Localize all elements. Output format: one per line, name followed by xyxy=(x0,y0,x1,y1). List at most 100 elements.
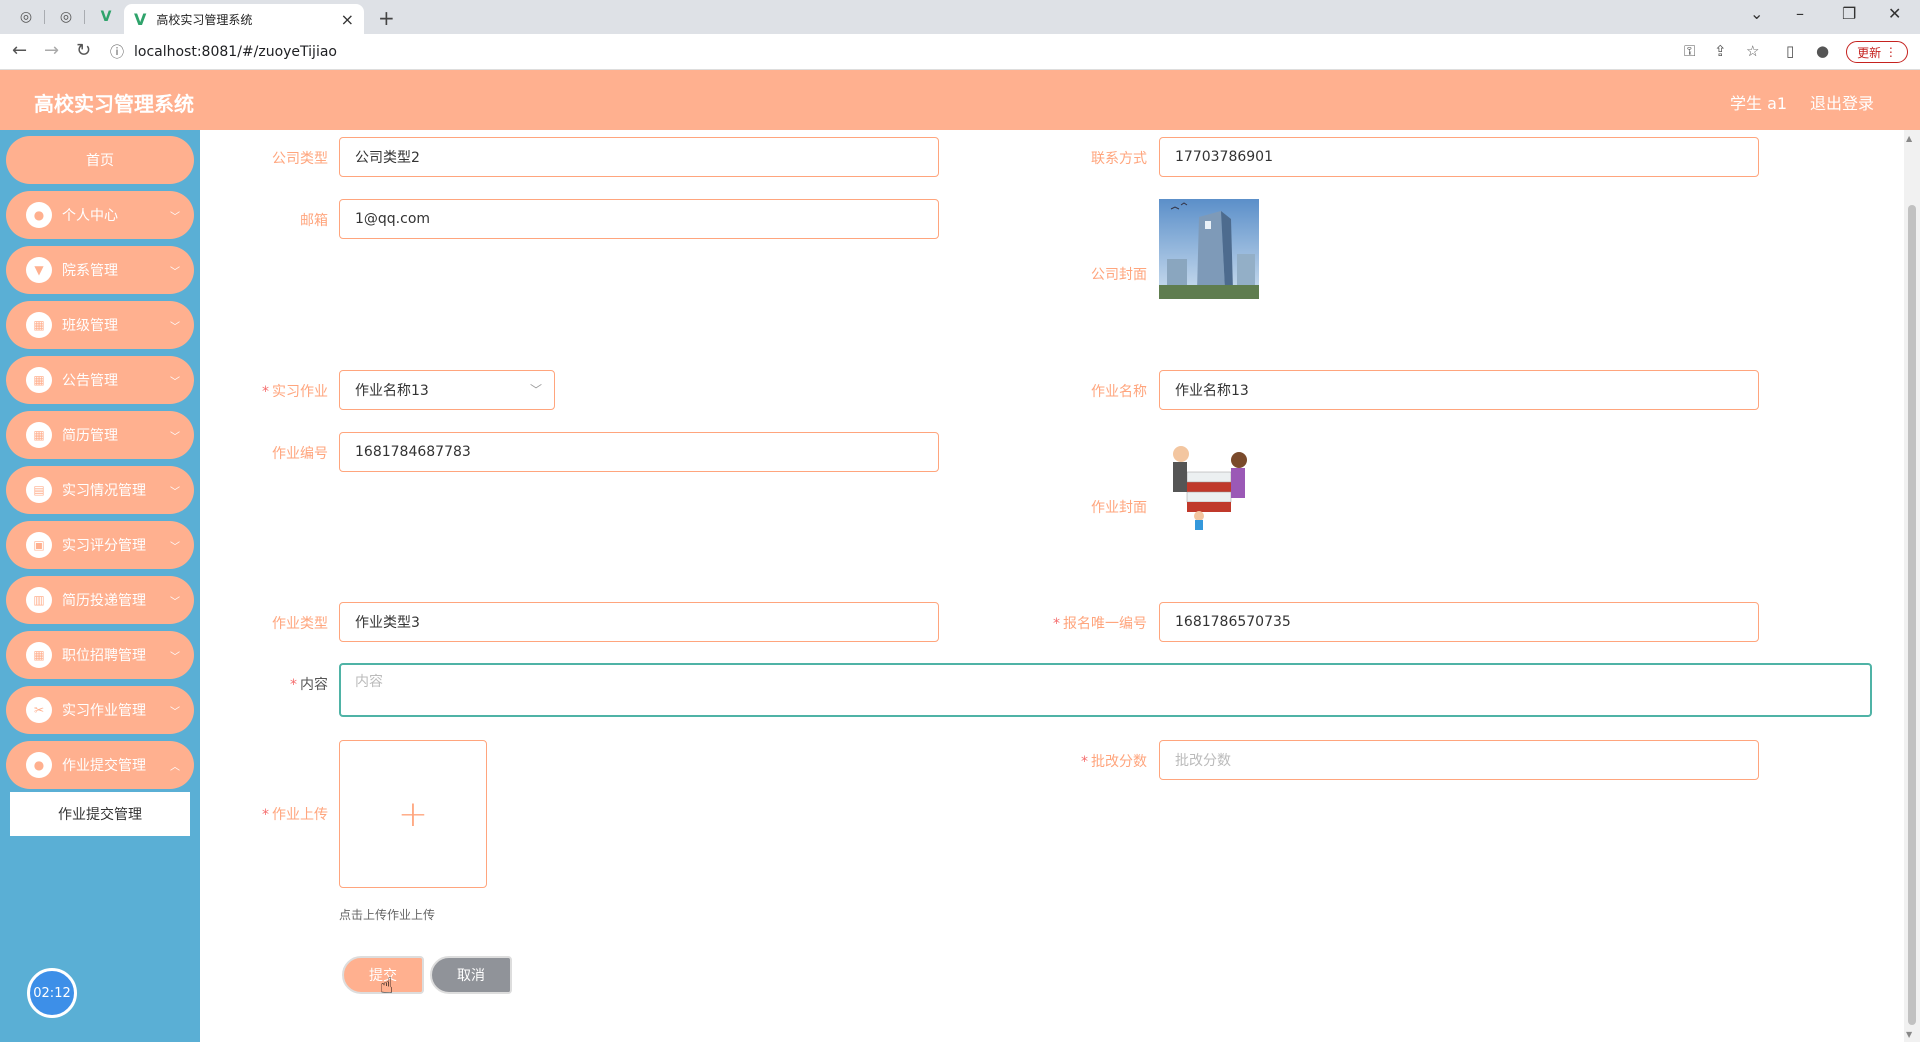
cancel-button[interactable]: 取消 xyxy=(430,956,512,994)
close-tab-icon[interactable]: × xyxy=(341,10,354,29)
homework-cartoon-illustration xyxy=(1159,432,1259,532)
sidebar-item-internship-homework[interactable]: ✂ 实习作业管理 ﹀ xyxy=(6,686,194,734)
sidebar-item-label: 实习情况管理 xyxy=(62,483,146,499)
chevron-up-icon: ︿ xyxy=(170,761,180,773)
sidebar-item-home[interactable]: 首页 xyxy=(6,136,194,184)
chevron-down-icon: ﹀ xyxy=(529,383,542,397)
sidebar-item-label: 实习作业管理 xyxy=(62,703,146,719)
company-building-illustration xyxy=(1159,199,1259,299)
address-bar-row: ← → ↻ ⓘ localhost:8081/#/zuoyeTijiao ⚿ ⇪… xyxy=(0,34,1920,70)
sidebar: 首页 ● 个人中心 ﹀ ▼ 院系管理 ﹀ ▦ 班级管理 ﹀ ▦ 公告管理 ﹀ ▦… xyxy=(0,130,200,1042)
sidebar-item-label: 作业提交管理 xyxy=(62,758,146,774)
vue-tab-icon[interactable]: V xyxy=(96,7,116,27)
sidebar-item-label: 公告管理 xyxy=(62,373,118,389)
sidebar-item-personal-center[interactable]: ● 个人中心 ﹀ xyxy=(6,191,194,239)
reload-icon[interactable]: ↻ xyxy=(76,40,91,61)
homework-select-label-text: 实习作业 xyxy=(272,384,328,400)
grid-icon: ▦ xyxy=(26,422,52,448)
sidebar-item-departments[interactable]: ▼ 院系管理 ﹀ xyxy=(6,246,194,294)
sidebar-item-label: 首页 xyxy=(86,153,114,169)
chevron-down-icon: ﹀ xyxy=(170,541,180,553)
tab-separator xyxy=(44,10,45,24)
close-window-icon[interactable]: ✕ xyxy=(1888,4,1901,23)
active-tab[interactable]: V 高校实习管理系统 × xyxy=(124,4,364,34)
hand-cursor-icon: ☝ xyxy=(380,974,394,999)
required-marker: * xyxy=(290,677,297,693)
minimize-icon[interactable]: – xyxy=(1796,4,1804,23)
submenu-item-homework-submission[interactable]: 作业提交管理 xyxy=(10,792,190,836)
score-field[interactable]: 批改分数 xyxy=(1159,740,1759,780)
sidebar-item-resume-delivery[interactable]: ▥ 简历投递管理 ﹀ xyxy=(6,576,194,624)
new-tab-icon[interactable]: + xyxy=(378,6,395,30)
app-header: 高校实习管理系统 学生 a1 退出登录 xyxy=(0,70,1920,130)
user-icon: ● xyxy=(26,752,52,778)
pinned-tab-icon[interactable]: ◎ xyxy=(16,7,36,27)
upload-label: * 作业上传 xyxy=(178,804,328,824)
content-label: * 内容 xyxy=(178,674,328,694)
sidebar-item-label: 简历管理 xyxy=(62,428,118,444)
sidebar-item-classes[interactable]: ▦ 班级管理 ﹀ xyxy=(6,301,194,349)
browser-tab-bar: ◎ ◎ V V 高校实习管理系统 × + ⌄ – ❐ ✕ xyxy=(0,0,1920,34)
scroll-down-icon[interactable]: ▼ xyxy=(1906,1030,1912,1039)
scroll-up-icon[interactable]: ▲ xyxy=(1906,134,1912,143)
homework-cover-image[interactable] xyxy=(1159,432,1259,532)
sidebar-item-internship-scores[interactable]: ▣ 实习评分管理 ﹀ xyxy=(6,521,194,569)
sidebar-item-homework-submission[interactable]: ● 作业提交管理 ︿ xyxy=(6,741,194,789)
contact-label: 联系方式 xyxy=(1091,151,1147,167)
url-text: localhost:8081/#/zuoyeTijiao xyxy=(134,44,337,60)
homework-select-value: 作业名称13 xyxy=(355,383,429,399)
upload-dropzone[interactable]: + xyxy=(339,740,487,888)
clock-widget: 02:12 xyxy=(27,968,77,1018)
content-textarea[interactable]: 内容 xyxy=(339,663,1872,717)
sidebar-item-label: 班级管理 xyxy=(62,318,118,334)
flag-icon: ▼ xyxy=(26,257,52,283)
scrollbar-thumb[interactable] xyxy=(1908,205,1916,1025)
chevron-down-icon: ﹀ xyxy=(170,321,180,333)
grid-icon: ▦ xyxy=(26,367,52,393)
bookmark-star-icon[interactable]: ☆ xyxy=(1746,42,1759,60)
sidebar-item-label: 职位招聘管理 xyxy=(62,648,146,664)
homework-select[interactable]: 作业名称13 ﹀ xyxy=(339,370,555,410)
company-type-field[interactable]: 公司类型2 xyxy=(339,137,939,177)
side-panel-icon[interactable]: ▯ xyxy=(1786,42,1794,60)
homework-cover-label: 作业封面 xyxy=(1091,500,1147,516)
homework-no-label: 作业编号 xyxy=(272,446,328,462)
signup-id-label: * 报名唯一编号 xyxy=(997,613,1147,633)
homework-no-field[interactable]: 1681784687783 xyxy=(339,432,939,472)
signup-id-field[interactable]: 1681786570735 xyxy=(1159,602,1759,642)
user-icon: ● xyxy=(26,202,52,228)
browser-update-button[interactable]: 更新 ⋮ xyxy=(1846,41,1908,63)
contact-field[interactable]: 17703786901 xyxy=(1159,137,1759,177)
sidebar-item-label: 院系管理 xyxy=(62,263,118,279)
homework-name-field[interactable]: 作业名称13 xyxy=(1159,370,1759,410)
sidebar-item-notices[interactable]: ▦ 公告管理 ﹀ xyxy=(6,356,194,404)
sidebar-item-internship-status[interactable]: ▤ 实习情况管理 ﹀ xyxy=(6,466,194,514)
site-info-icon[interactable]: ⓘ xyxy=(110,42,124,62)
chevron-down-icon: ﹀ xyxy=(170,266,180,278)
required-marker: * xyxy=(1053,616,1060,632)
company-cover-image[interactable] xyxy=(1159,199,1259,299)
current-user: 学生 a1 xyxy=(1730,94,1788,113)
url-field[interactable]: ⓘ localhost:8081/#/zuoyeTijiao xyxy=(110,38,1690,66)
share-icon[interactable]: ⇪ xyxy=(1714,42,1727,60)
email-field[interactable]: 1@qq.com xyxy=(339,199,939,239)
forward-icon[interactable]: → xyxy=(44,40,59,61)
logout-link[interactable]: 退出登录 xyxy=(1810,90,1874,114)
chevron-down-icon: ﹀ xyxy=(170,706,180,718)
profile-icon[interactable]: ● xyxy=(1816,42,1829,60)
tab-search-icon[interactable]: ⌄ xyxy=(1750,4,1763,23)
company-cover-label: 公司封面 xyxy=(1091,267,1147,283)
required-marker: * xyxy=(262,384,269,400)
sidebar-item-resumes[interactable]: ▦ 简历管理 ﹀ xyxy=(6,411,194,459)
pinned-tab-icon[interactable]: ◎ xyxy=(56,7,76,27)
bar-chart-icon: ▥ xyxy=(26,587,52,613)
back-icon[interactable]: ← xyxy=(12,40,27,61)
score-label-text: 批改分数 xyxy=(1091,754,1147,770)
vue-favicon-icon: V xyxy=(134,9,147,29)
restore-icon[interactable]: ❐ xyxy=(1842,4,1856,23)
password-key-icon[interactable]: ⚿ xyxy=(1684,42,1695,60)
homework-type-field[interactable]: 作业类型3 xyxy=(339,602,939,642)
grid-icon: ▦ xyxy=(26,642,52,668)
sidebar-item-job-recruitment[interactable]: ▦ 职位招聘管理 ﹀ xyxy=(6,631,194,679)
update-label: 更新 xyxy=(1857,45,1882,60)
